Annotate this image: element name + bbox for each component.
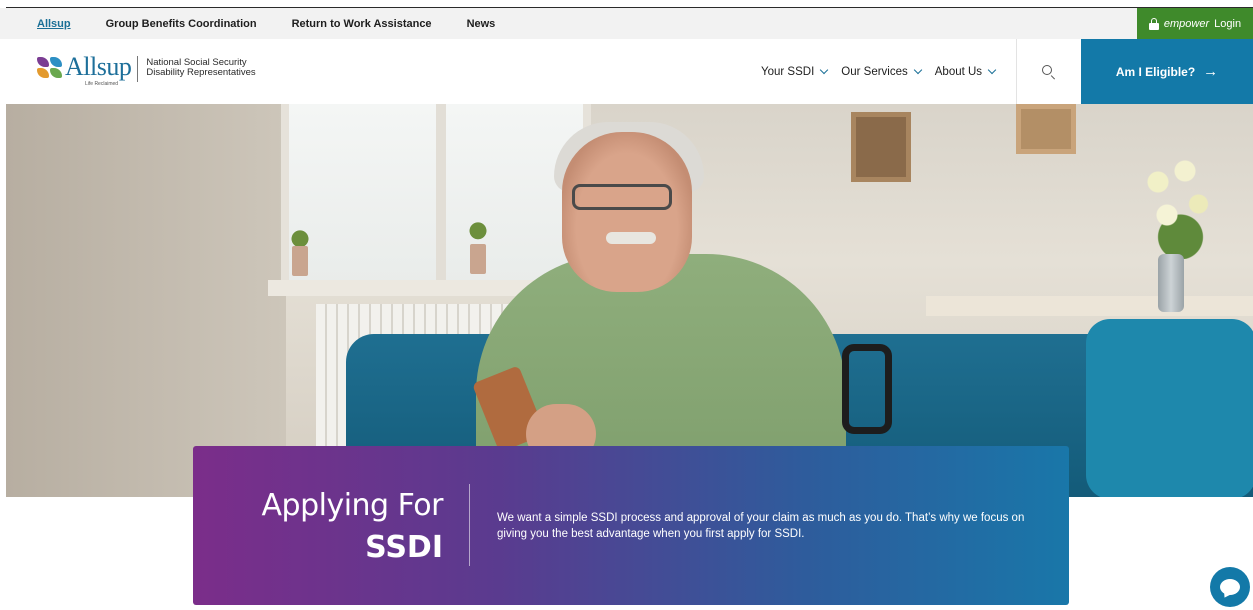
utility-links: Allsup Group Benefits Coordination Retur… <box>37 8 530 39</box>
nav-about-us[interactable]: About Us <box>934 65 997 78</box>
empower-login-button[interactable]: empower Login <box>1137 8 1253 39</box>
arrow-right-icon: → <box>1203 63 1219 80</box>
logo-divider <box>137 56 139 82</box>
hero-image <box>6 104 1253 497</box>
chevron-down-icon <box>913 65 922 74</box>
picture-frame <box>1016 104 1076 154</box>
logo-subtitle-line2: Disability Representatives <box>146 67 256 78</box>
allsup-logo[interactable]: Allsup Life Reclaimed National Social Se… <box>37 54 256 88</box>
am-i-eligible-label: Am I Eligible? <box>1115 64 1196 79</box>
empower-brand: empower <box>1163 17 1210 30</box>
page: Allsup Group Benefits Coordination Retur… <box>0 0 1253 610</box>
logo-subtitle: National Social Security Disability Repr… <box>146 58 255 78</box>
nav-about-us-label: About Us <box>934 65 983 78</box>
potted-plant <box>288 222 312 276</box>
main-nav: Your SSDI Our Services About Us <box>761 39 1009 104</box>
chat-icon <box>1220 579 1240 595</box>
nav-our-services-label: Our Services <box>841 65 908 78</box>
search-icon <box>1041 64 1056 80</box>
site-header: Allsup Life Reclaimed National Social Se… <box>0 39 1253 104</box>
utility-link-group-benefits[interactable]: Group Benefits Coordination <box>106 18 257 30</box>
am-i-eligible-button[interactable]: Am I Eligible? → <box>1081 39 1253 104</box>
nav-our-services[interactable]: Our Services <box>841 65 922 78</box>
hero-banner: Applying For SSDI We want a simple SSDI … <box>193 446 1069 605</box>
glasses <box>572 184 672 210</box>
chevron-down-icon <box>987 65 997 74</box>
wheelchair-handle <box>842 344 892 434</box>
utility-link-allsup[interactable]: Allsup <box>37 18 71 30</box>
potted-plant <box>466 214 490 274</box>
picture-frame <box>851 112 911 182</box>
login-label: Login <box>1214 17 1242 30</box>
utility-link-return-to-work[interactable]: Return to Work Assistance <box>292 18 432 30</box>
logo-tagline: Life Reclaimed <box>85 81 119 87</box>
utility-link-news[interactable]: News <box>467 18 496 30</box>
banner-body: We want a simple SSDI process and approv… <box>497 512 1025 540</box>
search-button[interactable] <box>1016 39 1080 104</box>
flowers <box>1131 149 1221 259</box>
logo-wordmark: Allsup <box>65 52 132 81</box>
vase <box>1158 254 1184 312</box>
banner-title-line1: Applying For <box>261 488 444 523</box>
chat-button[interactable] <box>1210 567 1250 607</box>
chevron-down-icon <box>820 65 829 74</box>
nav-your-ssdi-label: Your SSDI <box>761 65 815 78</box>
utility-bar: Allsup Group Benefits Coordination Retur… <box>0 0 1253 39</box>
nav-your-ssdi[interactable]: Your SSDI <box>761 65 829 78</box>
lock-icon <box>1148 17 1159 30</box>
banner-title-line2: SSDI <box>365 530 443 565</box>
banner-divider <box>469 484 470 566</box>
butterfly-logo-icon <box>37 57 63 79</box>
